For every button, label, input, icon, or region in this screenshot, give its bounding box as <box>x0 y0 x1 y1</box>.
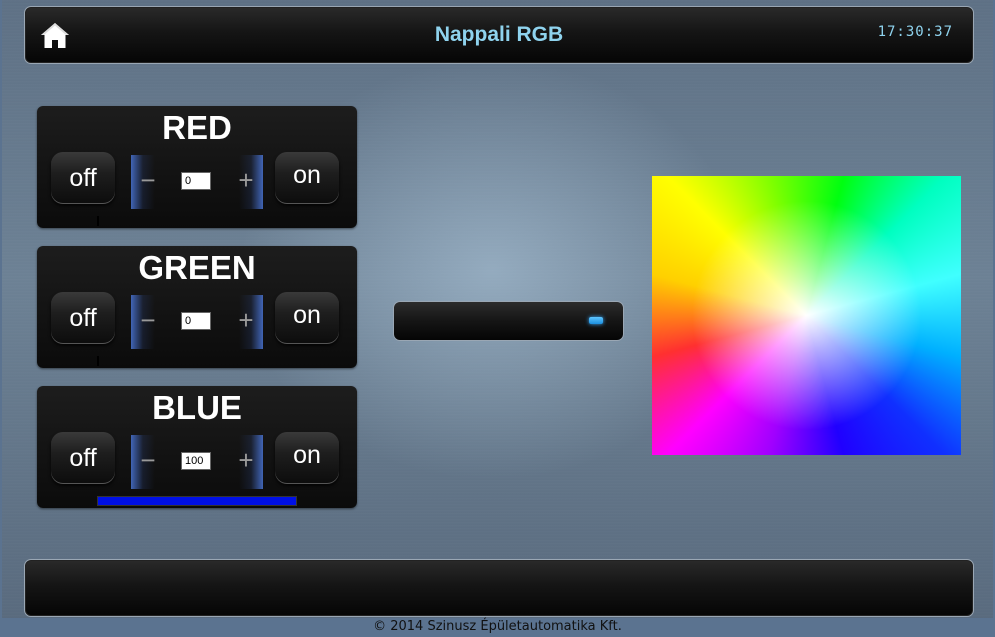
page-title: Nappali RGB <box>434 23 564 46</box>
decrease-button[interactable]: − <box>131 435 165 489</box>
on-button[interactable]: on <box>275 292 339 344</box>
decrease-button[interactable]: − <box>131 155 165 209</box>
on-button[interactable]: on <box>275 432 339 484</box>
value-input[interactable]: 100 <box>181 452 211 470</box>
level-marker <box>97 356 99 366</box>
copyright-text: © 2014 Szinusz Épületautomatika Kft. <box>373 619 622 634</box>
channel-blue: BLUE off − 100 + on <box>37 386 357 508</box>
channel-title: GREEN <box>138 249 256 286</box>
background-panel: Nappali RGB 17:30:37 RED off − 0 + on GR… <box>2 0 993 618</box>
level-marker <box>97 216 99 226</box>
increase-button[interactable]: + <box>229 295 263 349</box>
value-input[interactable]: 0 <box>181 312 211 330</box>
level-bar <box>97 216 297 226</box>
channel-title: RED <box>162 109 232 146</box>
increase-button[interactable]: + <box>229 435 263 489</box>
channel-green: GREEN off − 0 + on <box>37 246 357 368</box>
level-fill <box>97 496 297 506</box>
off-button[interactable]: off <box>51 292 115 344</box>
increase-button[interactable]: + <box>229 155 263 209</box>
decrease-button[interactable]: − <box>131 295 165 349</box>
clock: 17:30:37 <box>877 24 953 40</box>
off-button[interactable]: off <box>51 432 115 484</box>
color-picker[interactable] <box>652 176 961 455</box>
level-bar <box>97 356 297 366</box>
channel-red: RED off − 0 + on <box>37 106 357 228</box>
header-bar: Nappali RGB 17:30:37 <box>24 6 974 64</box>
slider-indicator[interactable] <box>589 317 603 324</box>
off-button[interactable]: off <box>51 152 115 204</box>
master-slider[interactable] <box>393 301 624 341</box>
on-button[interactable]: on <box>275 152 339 204</box>
channel-title: BLUE <box>152 389 242 426</box>
footer-bar <box>24 559 974 617</box>
level-bar <box>97 496 297 506</box>
value-input[interactable]: 0 <box>181 172 211 190</box>
